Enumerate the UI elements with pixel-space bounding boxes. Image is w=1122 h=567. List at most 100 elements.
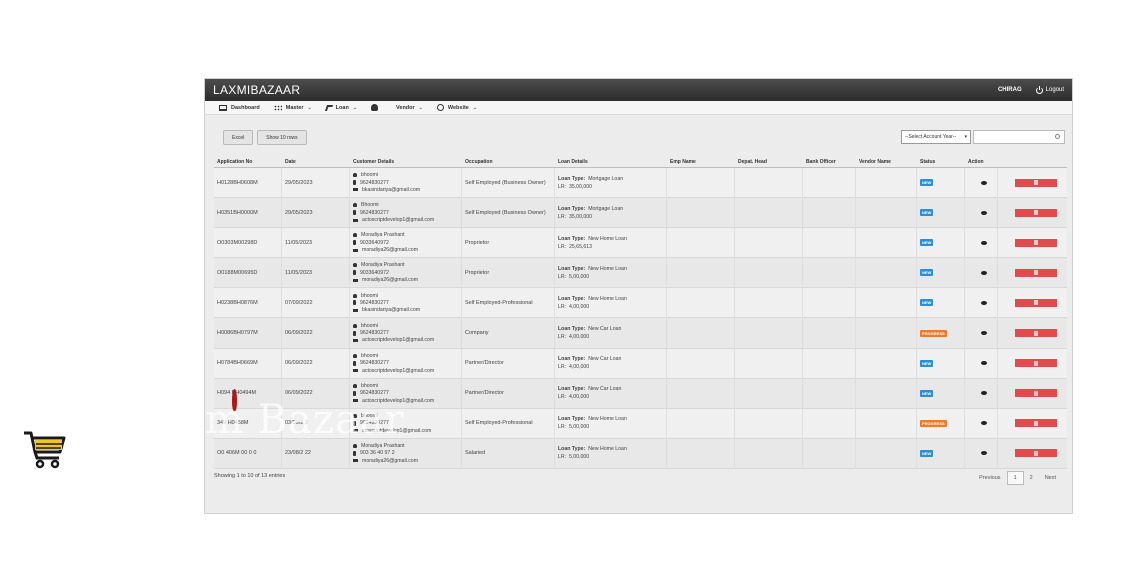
eye-icon[interactable] — [981, 391, 987, 396]
bank-officer — [803, 258, 856, 288]
mail-icon — [353, 338, 358, 342]
eye-icon[interactable] — [981, 300, 987, 305]
occupation: Proprietor — [462, 228, 555, 258]
power-icon — [1035, 85, 1043, 94]
mail-icon — [353, 459, 358, 463]
loan-details: Loan Type: New Home Loan LR: 5,00,000 — [555, 408, 667, 438]
occupation: Partner/Director — [462, 348, 555, 378]
loan-details: Loan Type: New Home Loan LR: 5,00,000 — [555, 438, 667, 468]
emp-name — [667, 168, 735, 198]
menu-label: Master — [285, 104, 304, 111]
loan-type-label: Loan Type: — [558, 265, 586, 272]
application-no[interactable]: H0086BH0797M — [214, 318, 282, 348]
application-no[interactable]: H094 BH0494M — [214, 378, 282, 408]
application-no[interactable]: O0303M00298D — [214, 228, 282, 258]
application-no[interactable]: H0238BH0876M — [214, 288, 282, 318]
loan-type-label: Loan Type: — [558, 235, 586, 242]
dept-head — [735, 168, 803, 198]
previous-button[interactable]: Previous — [973, 472, 1006, 484]
application-no[interactable]: H0784BH0669M — [214, 348, 282, 378]
menu-master[interactable]: Master ⌄ — [273, 104, 312, 111]
delete-button[interactable] — [1015, 329, 1057, 338]
pagination: Previous 1 2 Next — [973, 471, 1062, 485]
status-cell: NEW — [917, 228, 965, 258]
menu-dashboard[interactable]: Dashboard — [219, 104, 260, 111]
application-no[interactable]: 349 H0458M — [214, 408, 282, 438]
view-cell — [965, 378, 998, 408]
entries-info: Showing 1 to 10 of 13 entries — [214, 473, 286, 479]
eye-icon[interactable] — [981, 270, 987, 275]
column-header[interactable]: Application No — [214, 159, 282, 165]
eye-icon[interactable] — [981, 421, 987, 426]
table-row: H094 BH0494M 06/09/2022 bhoomi 9624830277 ac… — [214, 378, 1067, 409]
application-no[interactable]: H0128BH0608M — [214, 168, 282, 198]
column-header[interactable]: Occupation — [462, 159, 555, 165]
vendor-name — [856, 168, 917, 198]
date: 29/05/2023 — [282, 168, 350, 198]
application-no[interactable]: O0188M00695D — [214, 258, 282, 288]
column-header[interactable]: Vendor Name — [856, 159, 917, 165]
emp-name — [667, 258, 735, 288]
eye-icon[interactable] — [981, 210, 987, 215]
column-header[interactable]: Status — [917, 159, 965, 165]
dept-head — [735, 318, 803, 348]
dept-head — [735, 348, 803, 378]
application-no[interactable]: H0351BH0000M — [214, 198, 282, 228]
delete-cell — [998, 349, 1067, 378]
eye-icon[interactable] — [981, 180, 987, 185]
excel-button[interactable]: Excel — [223, 130, 254, 145]
menu-vendor[interactable]: Vendor ⌄ — [371, 104, 423, 111]
delete-button[interactable] — [1015, 419, 1057, 428]
trash-icon — [1034, 420, 1038, 426]
vendor-name — [856, 378, 917, 408]
delete-button[interactable] — [1015, 238, 1057, 247]
view-cell — [965, 198, 998, 228]
date: 03/09/2 2 — [282, 408, 350, 438]
delete-button[interactable] — [1015, 389, 1057, 398]
chevron-down-icon: ▾ — [964, 134, 967, 140]
bank-officer — [803, 438, 856, 468]
column-header[interactable]: Bank Officer — [803, 159, 856, 165]
monitor-icon — [219, 104, 227, 111]
delete-button[interactable] — [1015, 178, 1057, 187]
logout-button[interactable]: Logout — [1035, 85, 1064, 94]
column-header[interactable]: Action — [965, 159, 998, 165]
eye-icon[interactable] — [981, 451, 987, 456]
date: 11/05/2023 — [282, 258, 350, 288]
account-year-select[interactable]: --Select Account Year-- ▾ — [901, 130, 971, 144]
delete-button[interactable] — [1015, 359, 1057, 368]
search-input[interactable] — [973, 130, 1065, 144]
user-name[interactable]: CHIRAG — [998, 87, 1022, 93]
delete-button[interactable] — [1015, 268, 1057, 277]
customer-details: bhoomi 9624830277 actoscriptdevelop1@gmail… — [350, 318, 462, 348]
delete-button[interactable] — [1015, 449, 1057, 458]
column-header[interactable]: Loan Details — [555, 159, 667, 165]
column-header[interactable]: Date — [282, 159, 350, 165]
brand-logo[interactable]: LAXMIBAZAAR — [213, 83, 998, 97]
mail-icon — [353, 369, 358, 372]
delete-button[interactable] — [1015, 298, 1057, 307]
page-button[interactable]: 1 — [1006, 471, 1024, 485]
lr-label: LR: — [558, 454, 567, 461]
column-header[interactable]: Emp Name — [667, 159, 735, 165]
chevron-down-icon: ⌄ — [472, 104, 478, 111]
loan-details: Loan Type: New Car Loan LR: 4,00,000 — [555, 348, 667, 378]
column-header[interactable]: Depat. Head — [735, 159, 803, 165]
delete-button[interactable] — [1015, 208, 1057, 217]
column-header[interactable]: Customer Details — [350, 159, 462, 165]
date: 06/09/2022 — [282, 318, 350, 348]
application-no[interactable]: O0 406M 00 0 0 — [214, 438, 282, 468]
loan-type: New Car Loan — [588, 356, 622, 363]
menu-loan[interactable]: Loan ⌄ — [324, 104, 357, 111]
occupation: Self Employed (Business Owner) — [462, 198, 555, 228]
eye-icon[interactable] — [981, 361, 987, 366]
eye-icon[interactable] — [981, 331, 987, 336]
customer-details: bhoomi 9624830277 bkasindariya@gmail.com — [350, 288, 462, 318]
next-button[interactable]: Next — [1039, 472, 1062, 484]
table-row: H0351BH0000M 29/05/2023 Bhoomi 9624830277 ac… — [214, 198, 1067, 229]
page-button[interactable]: 2 — [1024, 472, 1039, 484]
vendor-name — [856, 258, 917, 288]
show-rows-button[interactable]: Show 10 rows — [257, 130, 307, 145]
eye-icon[interactable] — [981, 240, 987, 245]
menu-website[interactable]: Website ⌄ — [436, 104, 478, 111]
